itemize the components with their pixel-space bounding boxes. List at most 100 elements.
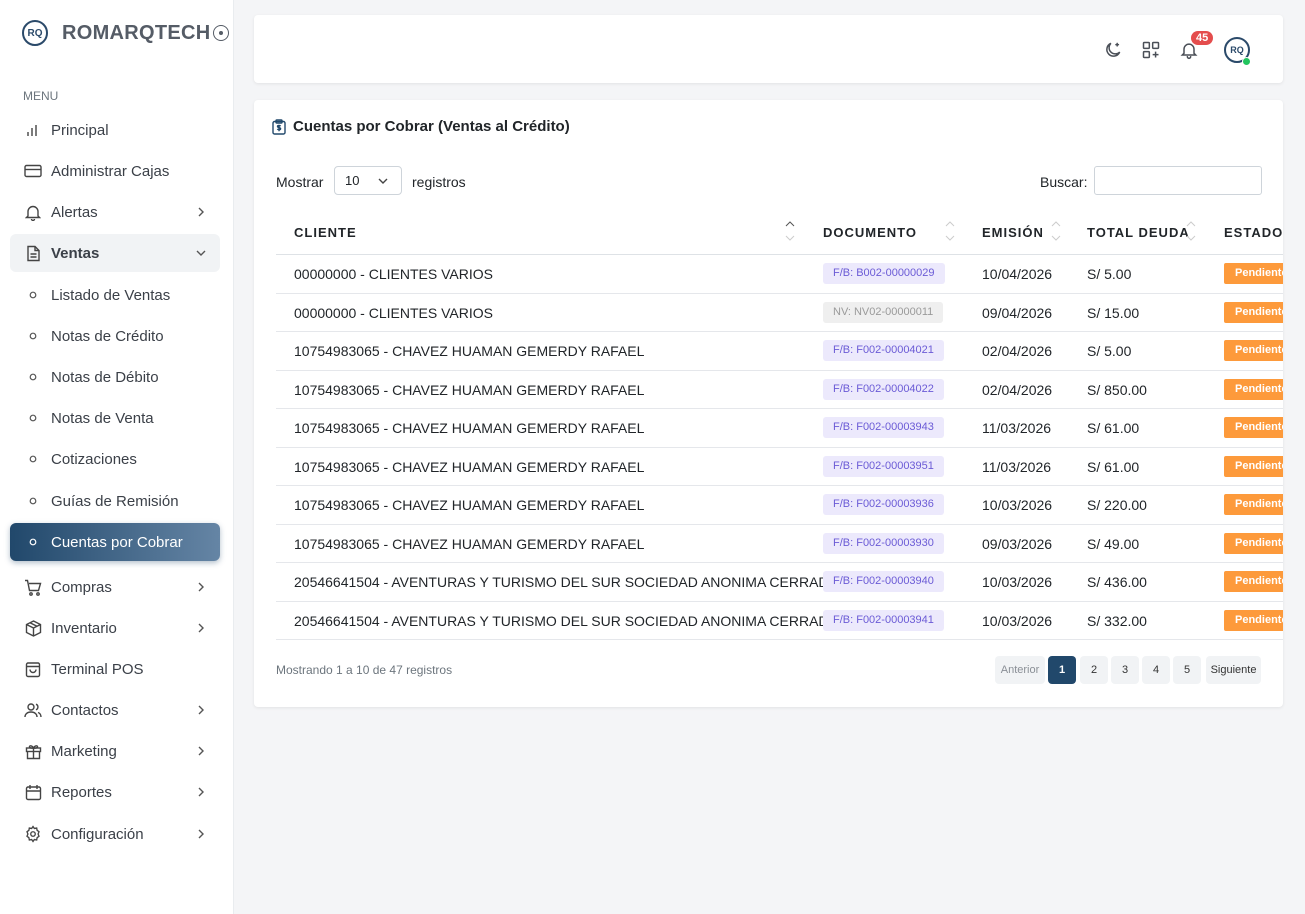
- table-row[interactable]: 10754983065 - CHAVEZ HUAMAN GEMERDY RAFA…: [276, 409, 1283, 448]
- dark-mode-icon[interactable]: [1102, 39, 1124, 61]
- table-row[interactable]: 20546641504 - AVENTURAS Y TURISMO DEL SU…: [276, 563, 1283, 602]
- circle-bullet-icon: [24, 533, 42, 551]
- document-badge[interactable]: F/B: F002-00004022: [823, 378, 944, 400]
- sidebar-item-label: Notas de Crédito: [51, 327, 164, 345]
- circle-bullet-icon: [24, 368, 42, 386]
- table-row[interactable]: 00000000 - CLIENTES VARIOS NV: NV02-00000…: [276, 294, 1283, 332]
- document-badge[interactable]: F/B: F002-00003930: [823, 532, 944, 554]
- document-badge[interactable]: F/B: F002-00003940: [823, 571, 944, 592]
- sidebar-item-cotizaciones[interactable]: Cotizaciones: [10, 440, 220, 478]
- pagination-page-button[interactable]: 5: [1173, 656, 1201, 684]
- cell-cliente: 00000000 - CLIENTES VARIOS: [294, 304, 493, 321]
- status-badge: Pendiente: [1224, 571, 1283, 592]
- sidebar-item-notas-de-venta[interactable]: Notas de Venta: [10, 399, 220, 437]
- table-info: Mostrando 1 a 10 de 47 registros: [276, 663, 453, 677]
- cell-emision: 10/04/2026: [982, 266, 1053, 282]
- cell-cliente: 20546641504 - AVENTURAS Y TURISMO DEL SU…: [294, 574, 838, 590]
- document-badge[interactable]: F/B: F002-00003943: [823, 417, 944, 438]
- table-row[interactable]: 10754983065 - CHAVEZ HUAMAN GEMERDY RAFA…: [276, 486, 1283, 525]
- card-title: Cuentas por Cobrar (Ventas al Crédito): [272, 118, 570, 135]
- document-badge[interactable]: F/B: F002-00003936: [823, 494, 944, 515]
- document-badge[interactable]: F/B: B002-00000029: [823, 263, 945, 284]
- brand-name: ROMARQTECH: [62, 21, 211, 44]
- cell-total-deuda: S/ 850.00: [1087, 381, 1147, 398]
- sidebar-item-ventas[interactable]: Ventas: [10, 234, 220, 272]
- col-documento[interactable]: DOCUMENTO: [823, 210, 917, 254]
- col-emision[interactable]: EMISIÓN: [982, 210, 1044, 254]
- calendar-icon: [24, 783, 42, 801]
- sort-icon[interactable]: [945, 218, 955, 244]
- brand[interactable]: RQ ROMARQTECH: [22, 20, 229, 46]
- sort-icon[interactable]: [785, 218, 795, 244]
- col-total-deuda[interactable]: TOTAL DEUDA: [1087, 210, 1190, 254]
- status-badge: Pendiente: [1224, 340, 1283, 361]
- chevron-down-icon: [378, 178, 388, 184]
- table-row[interactable]: 10754983065 - CHAVEZ HUAMAN GEMERDY RAFA…: [276, 332, 1283, 371]
- document-badge[interactable]: F/B: F002-00003951: [823, 455, 944, 477]
- sidebar-item-guias-de-remision[interactable]: Guías de Remisión: [10, 482, 220, 520]
- sidebar-item-compras[interactable]: Compras: [10, 568, 220, 606]
- chevron-right-icon: [198, 746, 204, 756]
- cell-emision: 09/04/2026: [982, 304, 1053, 321]
- status-badge: Pendiente: [1224, 455, 1283, 477]
- chevron-right-icon: [198, 582, 204, 592]
- table-row[interactable]: 10754983065 - CHAVEZ HUAMAN GEMERDY RAFA…: [276, 448, 1283, 486]
- sidebar-item-label: Listado de Ventas: [51, 286, 171, 304]
- sidebar-item-terminal-pos[interactable]: Terminal POS: [10, 650, 220, 688]
- sidebar-item-administrar-cajas[interactable]: Administrar Cajas: [10, 152, 220, 190]
- col-estado[interactable]: ESTADO CRÉ: [1224, 210, 1283, 254]
- box-icon: [24, 619, 42, 637]
- table-row[interactable]: 20546641504 - AVENTURAS Y TURISMO DEL SU…: [276, 602, 1283, 640]
- cell-emision: 09/03/2026: [982, 535, 1053, 552]
- pagination-page-button[interactable]: 3: [1111, 656, 1139, 684]
- table-row[interactable]: 10754983065 - CHAVEZ HUAMAN GEMERDY RAFA…: [276, 525, 1283, 563]
- top-header: 45 RQ: [254, 15, 1283, 83]
- sort-icon[interactable]: [1186, 218, 1196, 244]
- cell-cliente: 20546641504 - AVENTURAS Y TURISMO DEL SU…: [294, 612, 838, 629]
- cell-emision: 11/03/2026: [982, 420, 1052, 436]
- document-badge[interactable]: F/B: F002-00004021: [823, 340, 944, 361]
- sidebar-item-label: Guías de Remisión: [51, 492, 179, 510]
- col-cliente[interactable]: CLIENTE: [294, 210, 357, 254]
- sidebar-item-alertas[interactable]: Alertas: [10, 193, 220, 231]
- status-badge: Pendiente: [1224, 417, 1283, 438]
- brand-logo: RQ: [22, 20, 48, 46]
- table-row[interactable]: 00000000 - CLIENTES VARIOS F/B: B002-0000…: [276, 255, 1283, 294]
- cell-cliente: 10754983065 - CHAVEZ HUAMAN GEMERDY RAFA…: [294, 458, 645, 475]
- circle-bullet-icon: [24, 327, 42, 345]
- sort-icon[interactable]: [1051, 218, 1061, 244]
- pagination-page-button[interactable]: 2: [1080, 656, 1108, 684]
- pagination-next-button[interactable]: Siguiente: [1206, 656, 1261, 684]
- page-size-select[interactable]: 10: [334, 166, 402, 195]
- sidebar-item-marketing[interactable]: Marketing: [10, 732, 220, 770]
- pagination-prev-button[interactable]: Anterior: [995, 656, 1045, 684]
- bell-icon: [24, 203, 42, 221]
- menu-title: MENU: [23, 89, 59, 103]
- sidebar-item-inventario[interactable]: Inventario: [10, 609, 220, 647]
- sidebar-item-notas-de-debito[interactable]: Notas de Débito: [10, 358, 220, 396]
- chevron-right-icon: [198, 705, 204, 715]
- sidebar-item-reportes[interactable]: Reportes: [10, 773, 220, 811]
- apps-grid-icon[interactable]: [1140, 39, 1162, 61]
- sidebar-item-configuracion[interactable]: Configuración: [10, 815, 220, 853]
- pagination-page-button[interactable]: 4: [1142, 656, 1170, 684]
- sidebar-item-cuentas-por-cobrar[interactable]: Cuentas por Cobrar: [10, 523, 220, 561]
- search-input[interactable]: [1094, 166, 1262, 195]
- pagination-page-button[interactable]: 1: [1048, 656, 1076, 684]
- cell-cliente: 00000000 - CLIENTES VARIOS: [294, 266, 493, 282]
- sidebar-item-label: Notas de Débito: [51, 368, 159, 386]
- cell-total-deuda: S/ 220.00: [1087, 497, 1147, 513]
- sidebar-toggle-icon[interactable]: [212, 25, 229, 41]
- sidebar-item-listado-de-ventas[interactable]: Listado de Ventas: [10, 276, 220, 314]
- cell-cliente: 10754983065 - CHAVEZ HUAMAN GEMERDY RAFA…: [294, 420, 645, 436]
- document-badge[interactable]: F/B: F002-00003941: [823, 609, 944, 631]
- sidebar-item-principal[interactable]: Principal: [10, 111, 220, 149]
- document-badge[interactable]: NV: NV02-00000011: [823, 301, 944, 323]
- status-badge: Pendiente: [1224, 609, 1283, 631]
- sidebar-item-notas-de-credito[interactable]: Notas de Crédito: [10, 317, 220, 355]
- table-row[interactable]: 10754983065 - CHAVEZ HUAMAN GEMERDY RAFA…: [276, 371, 1283, 409]
- sidebar-item-label: Ventas: [51, 244, 100, 262]
- chevron-down-icon: [196, 250, 206, 256]
- sidebar-item-label: Notas de Venta: [51, 409, 154, 427]
- sidebar-item-contactos[interactable]: Contactos: [10, 691, 220, 729]
